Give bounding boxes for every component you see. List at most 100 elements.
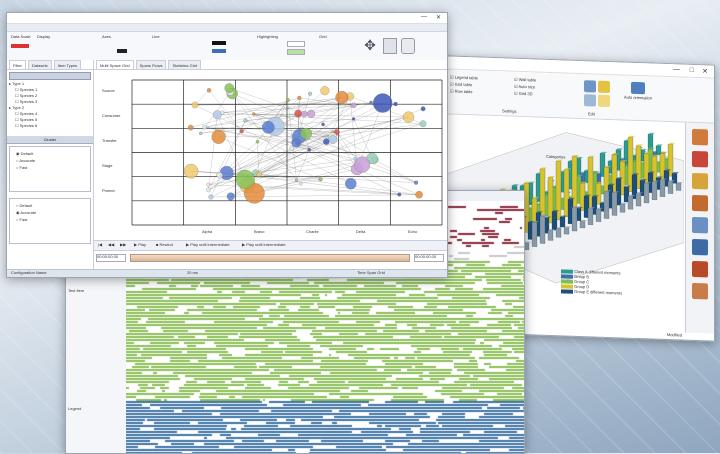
- step-forward-icon[interactable]: ▶▶: [120, 243, 126, 247]
- export-icon[interactable]: [401, 38, 415, 54]
- toolbar-group-highlighting: Highlighting: [257, 35, 278, 39]
- radio-option[interactable]: ○ Default: [16, 203, 84, 208]
- bubble: [299, 182, 302, 185]
- tab-spans-flows[interactable]: Spans Flows: [136, 60, 167, 69]
- bubble: [319, 177, 323, 181]
- left-filter-box[interactable]: [9, 72, 91, 80]
- tool-line-icon[interactable]: [692, 217, 708, 234]
- ribbon-check-wall[interactable]: ☑ Wall table: [514, 78, 574, 84]
- ribbon-check-row[interactable]: ☑ Row table: [450, 89, 510, 95]
- tab-filter[interactable]: Filter: [9, 60, 26, 69]
- ribbon-cube-icon[interactable]: [584, 80, 596, 92]
- tool-scatter-icon[interactable]: [692, 239, 708, 256]
- tree-item[interactable]: ☐ Species 1: [15, 88, 91, 92]
- bubble: [290, 147, 294, 151]
- close-icon[interactable]: ✕: [436, 14, 441, 21]
- tab-item-types[interactable]: Item Types: [54, 60, 82, 69]
- flow-edge: [211, 195, 419, 197]
- tool-bars-icon[interactable]: [692, 151, 708, 168]
- bubble: [416, 191, 423, 198]
- bubble: [420, 121, 426, 127]
- bar3d-legend: Class A different moments Group B Group …: [561, 268, 622, 296]
- minimize-icon[interactable]: —: [673, 66, 680, 73]
- tab-statistics-grid[interactable]: Statistics Grid: [168, 60, 201, 69]
- tree-item[interactable]: ☐ Species 4: [15, 112, 91, 116]
- crosshair-icon[interactable]: ✥: [363, 38, 377, 52]
- bar3d-bar: [552, 212, 557, 231]
- tree-item[interactable]: ☐ Species 2: [15, 94, 91, 98]
- highlight-field-a[interactable]: [287, 41, 305, 47]
- bubble: [300, 128, 311, 139]
- tool-stack-icon[interactable]: [692, 283, 708, 300]
- radio-option[interactable]: ◉ Accurate: [16, 210, 84, 215]
- bar3d-bar-top: [668, 143, 675, 145]
- bubble: [308, 148, 311, 151]
- tree-item[interactable]: ☐ Species 3: [15, 100, 91, 104]
- minimize-icon[interactable]: —: [421, 14, 427, 20]
- bubble: [207, 183, 210, 186]
- bubble: [294, 110, 301, 117]
- tool-ring-icon[interactable]: [692, 261, 708, 278]
- auto-orientation-button[interactable]: Auto orientation: [622, 81, 654, 100]
- tree-item[interactable]: ☐ Species 5: [15, 118, 91, 122]
- play-until-button[interactable]: ▶ Play until intermediate: [186, 243, 230, 247]
- bar3d-bar: [556, 228, 561, 237]
- time-field[interactable]: 00:00:00.00: [96, 254, 126, 262]
- tool-pie-icon[interactable]: [692, 195, 708, 212]
- tool-cube-icon[interactable]: [692, 129, 708, 146]
- playback-toolbar: |◀ ◀◀ ▶▶ ▶ Play ■ Rewind ▶ Play until in…: [94, 240, 447, 251]
- flow-edge: [337, 132, 356, 159]
- radio-group-a: ◉ Default ○ Accurate ○ Fast: [9, 146, 91, 192]
- prev-icon[interactable]: |◀: [98, 243, 102, 247]
- play-button[interactable]: ▶ Play: [134, 243, 146, 247]
- ribbon-star-icon[interactable]: [598, 81, 610, 93]
- close-icon[interactable]: ✕: [702, 67, 708, 75]
- ribbon-check-grid[interactable]: ☑ Grid table: [450, 82, 510, 88]
- bubble: [184, 164, 198, 178]
- ribbon-check-grid3d[interactable]: ☑ Grid 3D: [514, 92, 574, 98]
- highlight-field-b[interactable]: [287, 49, 305, 55]
- ribbon-check-autosize[interactable]: ☑ Auto size: [514, 85, 574, 91]
- col-label: Alpha: [202, 229, 213, 234]
- bubble-grid[interactable]: Source Consumer Transfer Stage Protect A…: [94, 70, 447, 240]
- bubble: [217, 172, 223, 178]
- legend-swatch: [561, 269, 573, 273]
- maximize-icon[interactable]: □: [690, 67, 694, 74]
- tree-item[interactable]: ▸ Type 2: [9, 106, 91, 110]
- bubble: [262, 121, 274, 133]
- tab-multi-space-grid[interactable]: Multi Space Grid: [96, 60, 134, 69]
- axes-color-swatch[interactable]: [117, 49, 127, 53]
- line-color-swatch[interactable]: [212, 41, 226, 45]
- color-scale-swatch[interactable]: [11, 44, 29, 48]
- bubble: [209, 195, 214, 200]
- bubble: [286, 98, 290, 102]
- radio-option[interactable]: ○ Accurate: [16, 158, 84, 163]
- row-label: Source: [102, 88, 115, 93]
- time-field-end[interactable]: 00:00:00.00: [414, 254, 444, 262]
- play-until-button-2[interactable]: ▶ Play until intermediate: [242, 243, 286, 247]
- timeline-slider[interactable]: [130, 254, 410, 262]
- tree-item[interactable]: ☐ Species 6: [15, 124, 91, 128]
- step-back-icon[interactable]: ◀◀: [108, 243, 114, 247]
- flow-edge: [333, 124, 424, 137]
- tool-surface-icon[interactable]: [692, 173, 708, 190]
- rewind-button[interactable]: ■ Rewind: [156, 243, 173, 247]
- radio-option[interactable]: ○ Fast: [16, 217, 84, 222]
- bubble: [329, 135, 337, 143]
- copy-icon[interactable]: [383, 38, 397, 54]
- tree-item[interactable]: ▸ Type 1: [9, 82, 91, 86]
- bubble: [403, 112, 414, 123]
- main-tabs: Multi Space Grid Spans Flows Statistics …: [94, 60, 447, 70]
- radio-option[interactable]: ◉ Default: [16, 151, 84, 156]
- tab-datasets[interactable]: Datasets: [28, 60, 52, 69]
- ribbon-grid-icon[interactable]: [584, 94, 596, 106]
- radio-option[interactable]: ○ Fast: [16, 165, 84, 170]
- bubble: [213, 111, 222, 120]
- toolbar-group-display: Display: [37, 35, 50, 39]
- ribbon-paint-icon[interactable]: [598, 95, 610, 107]
- ribbon-check-legend[interactable]: ☑ Legend table: [450, 75, 510, 81]
- line-width-slider[interactable]: [212, 49, 226, 53]
- bubble: [227, 193, 235, 201]
- bubble-toolbar: Data Scale Display Axes Line Highlightin…: [7, 32, 447, 61]
- bar3d-bar: [532, 222, 537, 247]
